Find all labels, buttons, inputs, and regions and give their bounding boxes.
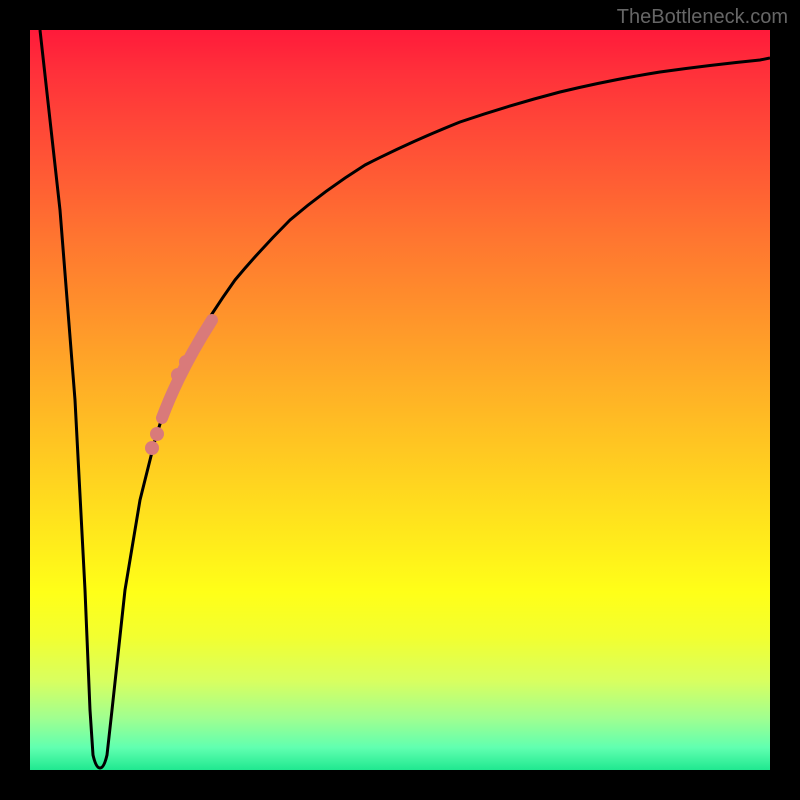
highlight-dot-4 xyxy=(150,427,164,441)
highlight-segment-upper xyxy=(162,320,212,418)
chart-container xyxy=(30,30,770,770)
bottleneck-curve xyxy=(40,30,770,768)
highlight-dot-1 xyxy=(171,368,185,382)
watermark-text: TheBottleneck.com xyxy=(617,6,788,29)
chart-svg xyxy=(30,30,770,770)
highlight-dot-3 xyxy=(145,441,159,455)
highlight-dot-2 xyxy=(179,355,193,369)
